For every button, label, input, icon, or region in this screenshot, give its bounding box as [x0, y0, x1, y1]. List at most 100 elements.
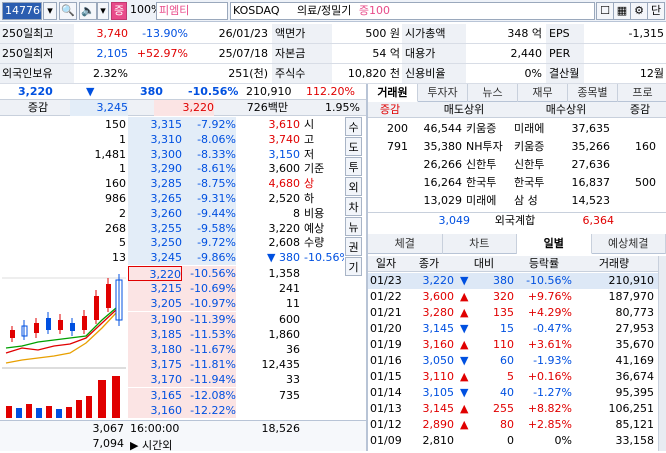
- side-tab-7[interactable]: 기: [345, 257, 362, 276]
- speaker-icon[interactable]: 🔈: [79, 2, 97, 20]
- side-tab-1[interactable]: 도: [345, 137, 362, 156]
- ask-qty[interactable]: 5: [44, 235, 126, 250]
- daily-row[interactable]: 01/223,600▲320+9.76%187,970: [368, 289, 658, 305]
- bid-qty[interactable]: [238, 403, 300, 418]
- dropdown-arrow-icon[interactable]: ▾: [43, 2, 57, 20]
- ask-price[interactable]: 3,310: [128, 132, 182, 147]
- bid-price[interactable]: 3,190: [128, 312, 182, 327]
- ask-price[interactable]: 3,300: [128, 147, 182, 162]
- daily-row[interactable]: 01/193,160▲110+3.61%35,670: [368, 337, 658, 353]
- bid-price[interactable]: 3,170: [128, 372, 182, 387]
- daily-row[interactable]: 01/203,145▼15-0.47%27,953: [368, 321, 658, 337]
- ask-price[interactable]: 3,245: [128, 250, 182, 265]
- bid-qty[interactable]: 36: [238, 342, 300, 357]
- daily-row[interactable]: 01/163,050▼60-1.93%41,169: [368, 353, 658, 369]
- side-tab-2[interactable]: 투: [345, 157, 362, 176]
- bid-rate: -11.53%: [182, 327, 236, 342]
- buy-broker[interactable]: 키움증: [514, 138, 560, 156]
- side-value: 3,600: [238, 161, 300, 176]
- bid-qty[interactable]: 735: [238, 388, 300, 403]
- ask-price[interactable]: 3,255: [128, 221, 182, 236]
- ask-qty[interactable]: 150: [44, 117, 126, 132]
- side-tab-4[interactable]: 차: [345, 197, 362, 216]
- ask-qty[interactable]: 2: [44, 206, 126, 221]
- checkbox-icon[interactable]: ☐: [596, 2, 614, 20]
- ask-qty[interactable]: 1,481: [44, 147, 126, 162]
- ask-qty[interactable]: 1: [44, 132, 126, 147]
- daily-close: 3,050: [404, 353, 454, 369]
- tab-broker-5[interactable]: 프로: [618, 84, 666, 102]
- bid-qty[interactable]: 11: [238, 296, 300, 311]
- buy-broker[interactable]: 미래에: [514, 120, 560, 138]
- bid-price[interactable]: 3,220: [128, 266, 182, 281]
- gear-icon[interactable]: ⚙: [630, 2, 648, 20]
- ask-price[interactable]: 3,285: [128, 176, 182, 191]
- daily-row[interactable]: 01/122,890▲80+2.85%85,121: [368, 417, 658, 433]
- tab-broker-1[interactable]: 투자자: [418, 84, 468, 102]
- sell-qty: 16,264: [412, 174, 462, 192]
- sell-broker[interactable]: 미래에: [466, 192, 512, 210]
- info-label: 자본금: [272, 44, 332, 63]
- sell-broker[interactable]: 키움증: [466, 120, 512, 138]
- bid-price[interactable]: 3,165: [128, 388, 182, 403]
- info-label: 주식수: [272, 64, 332, 83]
- lock-toggle[interactable]: 단: [647, 2, 665, 20]
- tab-lower-1[interactable]: 차트: [443, 234, 518, 254]
- side-tab-5[interactable]: 뉴: [345, 217, 362, 236]
- ask-price[interactable]: 3,315: [128, 117, 182, 132]
- side-tab-3[interactable]: 외: [345, 177, 362, 196]
- bid-price[interactable]: 3,215: [128, 281, 182, 296]
- ask-qty[interactable]: 1: [44, 161, 126, 176]
- daily-change: 135: [472, 305, 514, 321]
- ask-price[interactable]: 3,290: [128, 161, 182, 176]
- bid-price[interactable]: 3,175: [128, 357, 182, 372]
- sell-qty: 26,266: [412, 156, 462, 174]
- tab-lower-3[interactable]: 예상체결: [592, 234, 666, 254]
- bid-price[interactable]: 3,160: [128, 403, 182, 418]
- buy-change: 160: [614, 138, 656, 156]
- daily-row[interactable]: 01/233,220▼380-10.56%210,910: [368, 273, 658, 289]
- buy-broker[interactable]: 신한투: [514, 156, 560, 174]
- stock-code-input[interactable]: 147760: [2, 2, 42, 20]
- search-icon[interactable]: 🔍: [59, 2, 77, 20]
- tab-broker-2[interactable]: 뉴스: [468, 84, 518, 102]
- daily-date: 01/21: [370, 305, 404, 321]
- tab-lower-0[interactable]: 체결: [368, 234, 443, 254]
- tab-broker-4[interactable]: 종목별: [568, 84, 618, 102]
- ask-price[interactable]: 3,250: [128, 235, 182, 250]
- daily-row[interactable]: 01/092,81000%33,158: [368, 433, 658, 449]
- daily-row[interactable]: 01/213,280▲135+4.29%80,773: [368, 305, 658, 321]
- grid-icon[interactable]: ▦: [613, 2, 631, 20]
- buy-broker[interactable]: 한국투: [514, 174, 560, 192]
- bid-rate: -10.56%: [182, 266, 236, 281]
- daily-row[interactable]: 01/133,145▲255+8.82%106,251: [368, 401, 658, 417]
- side-tab-0[interactable]: 수: [345, 117, 362, 136]
- scrollbar[interactable]: [658, 256, 666, 451]
- ask-qty[interactable]: 160: [44, 176, 126, 191]
- sell-broker[interactable]: 신한투: [466, 156, 512, 174]
- ask-qty[interactable]: 986: [44, 191, 126, 206]
- bid-price[interactable]: 3,205: [128, 296, 182, 311]
- buy-broker[interactable]: 삼 성: [514, 192, 560, 210]
- daily-row[interactable]: 01/153,110▲5+0.16%36,674: [368, 369, 658, 385]
- ask-qty[interactable]: 268: [44, 221, 126, 236]
- daily-row[interactable]: 01/143,105▼40-1.27%95,395: [368, 385, 658, 401]
- sell-broker[interactable]: NH투자: [466, 138, 512, 156]
- tab-lower-2[interactable]: 일별: [517, 234, 592, 254]
- bid-qty[interactable]: 241: [238, 281, 300, 296]
- side-tab-6[interactable]: 권: [345, 237, 362, 256]
- bid-qty[interactable]: 12,435: [238, 357, 300, 372]
- bid-qty[interactable]: 33: [238, 372, 300, 387]
- tab-broker-3[interactable]: 재무: [518, 84, 568, 102]
- bid-qty[interactable]: 1,860: [238, 327, 300, 342]
- ask-price[interactable]: 3,260: [128, 206, 182, 221]
- bid-qty[interactable]: 600: [238, 312, 300, 327]
- dropdown-arrow-icon[interactable]: ▾: [97, 2, 109, 20]
- sell-broker[interactable]: 한국투: [466, 174, 512, 192]
- ask-price[interactable]: 3,265: [128, 191, 182, 206]
- bid-price[interactable]: 3,185: [128, 327, 182, 342]
- bid-qty[interactable]: 1,358: [238, 266, 300, 281]
- bid-price[interactable]: 3,180: [128, 342, 182, 357]
- ask-qty[interactable]: 13: [44, 250, 126, 265]
- tab-broker-0[interactable]: 거래원: [368, 84, 418, 102]
